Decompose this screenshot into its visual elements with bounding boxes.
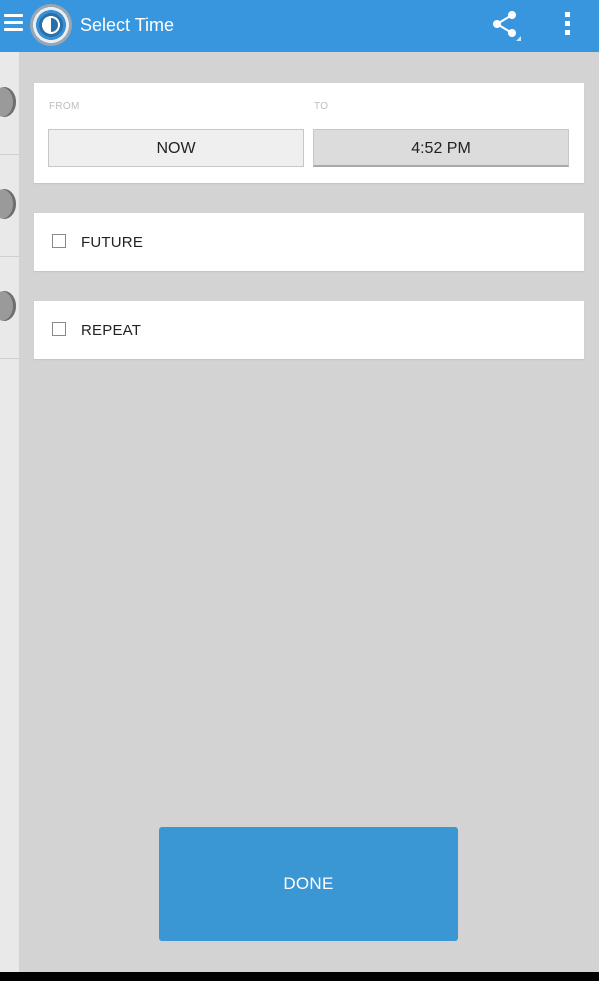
side-list-peek	[0, 52, 19, 972]
repeat-option[interactable]: REPEAT	[34, 301, 584, 359]
done-button[interactable]: DONE	[159, 827, 458, 941]
list-avatar-icon	[0, 189, 16, 219]
time-range-card: FROM TO NOW 4:52 PM	[34, 83, 584, 183]
future-option[interactable]: FUTURE	[34, 213, 584, 271]
side-list-item[interactable]	[0, 256, 19, 359]
to-label: TO	[314, 101, 329, 112]
side-list-item[interactable]	[0, 52, 19, 155]
share-icon[interactable]	[490, 10, 524, 42]
menu-icon[interactable]	[4, 14, 24, 38]
future-checkbox[interactable]	[52, 234, 66, 248]
from-label: FROM	[49, 101, 80, 112]
from-time-button[interactable]: NOW	[48, 129, 304, 167]
repeat-label: REPEAT	[81, 322, 142, 339]
overflow-menu-icon[interactable]	[560, 12, 574, 38]
to-time-button[interactable]: 4:52 PM	[313, 129, 569, 167]
app-logo[interactable]	[30, 4, 72, 46]
list-avatar-icon	[0, 291, 16, 321]
main-content: FROM TO NOW 4:52 PM FUTURE REPEAT DONE	[19, 52, 599, 972]
repeat-checkbox[interactable]	[52, 322, 66, 336]
app-bar: Select Time	[0, 0, 599, 52]
future-label: FUTURE	[81, 234, 144, 251]
page-title: Select Time	[80, 15, 175, 35]
list-avatar-icon	[0, 87, 16, 117]
side-list-item[interactable]	[0, 154, 19, 257]
